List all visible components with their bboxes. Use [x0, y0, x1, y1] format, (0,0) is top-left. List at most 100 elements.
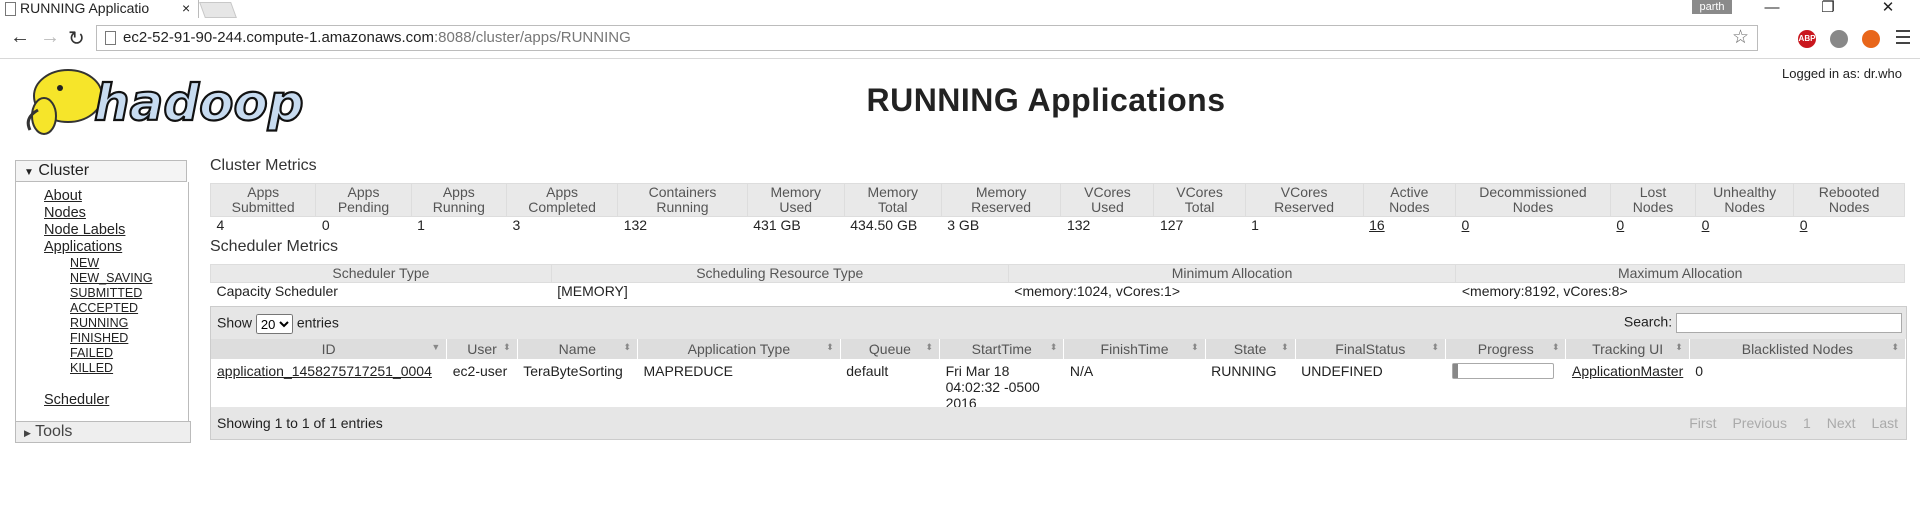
metric-link[interactable]: 0: [1610, 217, 1695, 233]
column-header[interactable]: Name ⬍: [517, 339, 639, 359]
metric-header: Apps Pending: [315, 183, 412, 217]
metric-header: Apps Submitted: [209, 183, 317, 217]
nav-applications[interactable]: Applications: [44, 239, 188, 256]
forward-icon[interactable]: →: [40, 26, 60, 49]
metric-header: Decommissioned Nodes: [1455, 183, 1611, 217]
entries-length-control: Show 20 entries: [217, 314, 339, 334]
sort-both-icon[interactable]: ⬍: [1891, 342, 1899, 353]
scheduler-value: Capacity Scheduler: [216, 283, 338, 299]
metric-value: 127: [1159, 217, 1184, 233]
nav-state-submitted[interactable]: SUBMITTED: [44, 286, 188, 301]
metric-header: VCores Total: [1153, 183, 1246, 217]
column-header[interactable]: Application Type ⬍: [637, 339, 841, 359]
sort-both-icon[interactable]: ⬍: [1191, 342, 1199, 353]
nav-scheduler[interactable]: Scheduler: [44, 392, 188, 409]
nav-state-running[interactable]: RUNNING: [44, 316, 188, 331]
pager-previous[interactable]: Previous: [1732, 415, 1786, 431]
pager-next[interactable]: Next: [1827, 415, 1856, 431]
column-header[interactable]: FinalStatus ⬍: [1295, 339, 1447, 359]
menu-icon[interactable]: [1896, 30, 1910, 48]
nav-state-new-saving[interactable]: NEW_SAVING: [44, 271, 188, 286]
sort-both-icon[interactable]: ⬍: [1281, 342, 1289, 353]
column-header[interactable]: State ⬍: [1205, 339, 1296, 359]
close-window-icon[interactable]: ✕: [1868, 0, 1908, 18]
sort-both-icon[interactable]: ⬍: [1431, 342, 1439, 353]
sort-both-icon[interactable]: ⬍: [503, 342, 511, 353]
metric-value: 431 GB: [753, 217, 801, 233]
pager-first[interactable]: First: [1689, 415, 1716, 431]
nav-nodes[interactable]: Nodes: [44, 205, 188, 222]
column-header[interactable]: User ⬍: [446, 339, 518, 359]
sort-both-icon[interactable]: ⬍: [1675, 342, 1683, 353]
sort-both-icon[interactable]: ⬍: [926, 342, 934, 353]
metric-header: VCores Used: [1060, 183, 1155, 217]
cluster-menu: About Nodes Node Labels Applications NEW…: [15, 182, 189, 438]
nav-state-killed[interactable]: KILLED: [44, 361, 188, 376]
column-header[interactable]: Tracking UI ⬍: [1565, 339, 1690, 359]
metric-link[interactable]: 0: [1696, 217, 1794, 233]
cluster-metrics-table: Apps Submitted Apps Pending Apps Running Apps C…: [209, 183, 1905, 233]
cluster-metrics-title: Cluster Metrics: [210, 157, 317, 174]
tab-close-icon[interactable]: ×: [182, 0, 190, 17]
adblock-icon[interactable]: ABP: [1798, 30, 1816, 48]
column-header[interactable]: ID ▼: [211, 339, 448, 359]
pager-1[interactable]: 1: [1803, 415, 1811, 431]
reload-icon[interactable]: ↻: [68, 26, 85, 51]
metric-value: 1: [417, 217, 425, 233]
cluster-header[interactable]: ▼ Cluster: [15, 160, 187, 182]
search-control: Search:: [1624, 313, 1902, 333]
extension-icon[interactable]: [1830, 30, 1848, 48]
metric-header: Memory Total: [843, 183, 942, 217]
scheduler-metrics-table: Scheduler Type Scheduling Resource Type Mi…: [210, 264, 1905, 299]
sort-both-icon[interactable]: ⬍: [1552, 342, 1560, 353]
sort-both-icon[interactable]: ⬍: [623, 342, 631, 353]
tools-header[interactable]: ▶ Tools: [15, 421, 191, 443]
back-icon[interactable]: ←: [10, 26, 30, 49]
tab-title: RUNNING Applicatio: [20, 0, 150, 16]
scheduler-value: <memory:8192, vCores:8>: [1461, 283, 1628, 299]
nav-about[interactable]: About: [44, 188, 188, 205]
applications-panel: Show 20 entries Search: ID ▼ User ⬍ Name ⬍ App…: [210, 306, 1907, 440]
metric-value: 132: [1066, 217, 1091, 233]
nav-state-finished[interactable]: FINISHED: [44, 331, 188, 346]
restore-icon[interactable]: ❐: [1808, 0, 1848, 18]
metric-link[interactable]: 0: [1794, 217, 1905, 233]
sort-both-icon[interactable]: ⬍: [826, 342, 834, 353]
minimize-icon[interactable]: —: [1752, 0, 1792, 18]
entries-select[interactable]: 20: [255, 314, 293, 334]
metric-value: 3 GB: [947, 217, 980, 233]
address-bar[interactable]: ec2-52-91-90-244.compute-1.amazonaws.com…: [96, 25, 1758, 51]
column-header[interactable]: Blacklisted Nodes ⬍: [1689, 339, 1907, 359]
metric-header: Memory Used: [746, 183, 845, 217]
nav-node-labels[interactable]: Node Labels: [44, 222, 188, 239]
scheduler-header: Scheduler Type: [210, 264, 552, 283]
sort-both-icon[interactable]: ⬍: [1050, 342, 1058, 353]
column-header[interactable]: Progress ⬍: [1445, 339, 1567, 359]
column-header[interactable]: StartTime ⬍: [939, 339, 1065, 359]
nav-state-failed[interactable]: FAILED: [44, 346, 188, 361]
metric-header: Rebooted Nodes: [1793, 183, 1905, 217]
applications-table: ID ▼ User ⬍ Name ⬍ Application Type ⬍ Queue ⬍ Star…: [211, 339, 1907, 415]
table-controls: Show 20 entries Search:: [211, 307, 1906, 339]
browser-tab[interactable]: RUNNING Applicatio ×: [0, 0, 199, 18]
metric-link[interactable]: 0: [1456, 217, 1611, 233]
nav-state-new[interactable]: NEW: [44, 256, 188, 271]
metric-header: Apps Completed: [505, 183, 619, 217]
app-state-list: NEW NEW_SAVING SUBMITTED ACCEPTED RUNNIN…: [44, 256, 188, 376]
column-header[interactable]: FinishTime ⬍: [1063, 339, 1206, 359]
new-tab-button[interactable]: [199, 2, 237, 18]
firebug-icon[interactable]: [1862, 30, 1880, 48]
metric-value: 0: [321, 217, 330, 233]
logged-in-label: Logged in as: dr.who: [1782, 66, 1902, 81]
bookmark-star-icon[interactable]: ☆: [1732, 26, 1749, 50]
nav-state-accepted[interactable]: ACCEPTED: [44, 301, 188, 316]
column-header[interactable]: Queue ⬍: [840, 339, 941, 359]
profile-badge[interactable]: parth: [1692, 0, 1732, 14]
sort-desc-icon[interactable]: ▼: [431, 342, 440, 352]
search-input[interactable]: [1676, 313, 1902, 333]
metric-header: VCores Reserved: [1244, 183, 1364, 217]
metric-link[interactable]: 16: [1363, 217, 1455, 233]
metric-header: Containers Running: [617, 183, 748, 217]
metric-value: 3: [512, 217, 521, 233]
pager-last[interactable]: Last: [1872, 415, 1898, 431]
